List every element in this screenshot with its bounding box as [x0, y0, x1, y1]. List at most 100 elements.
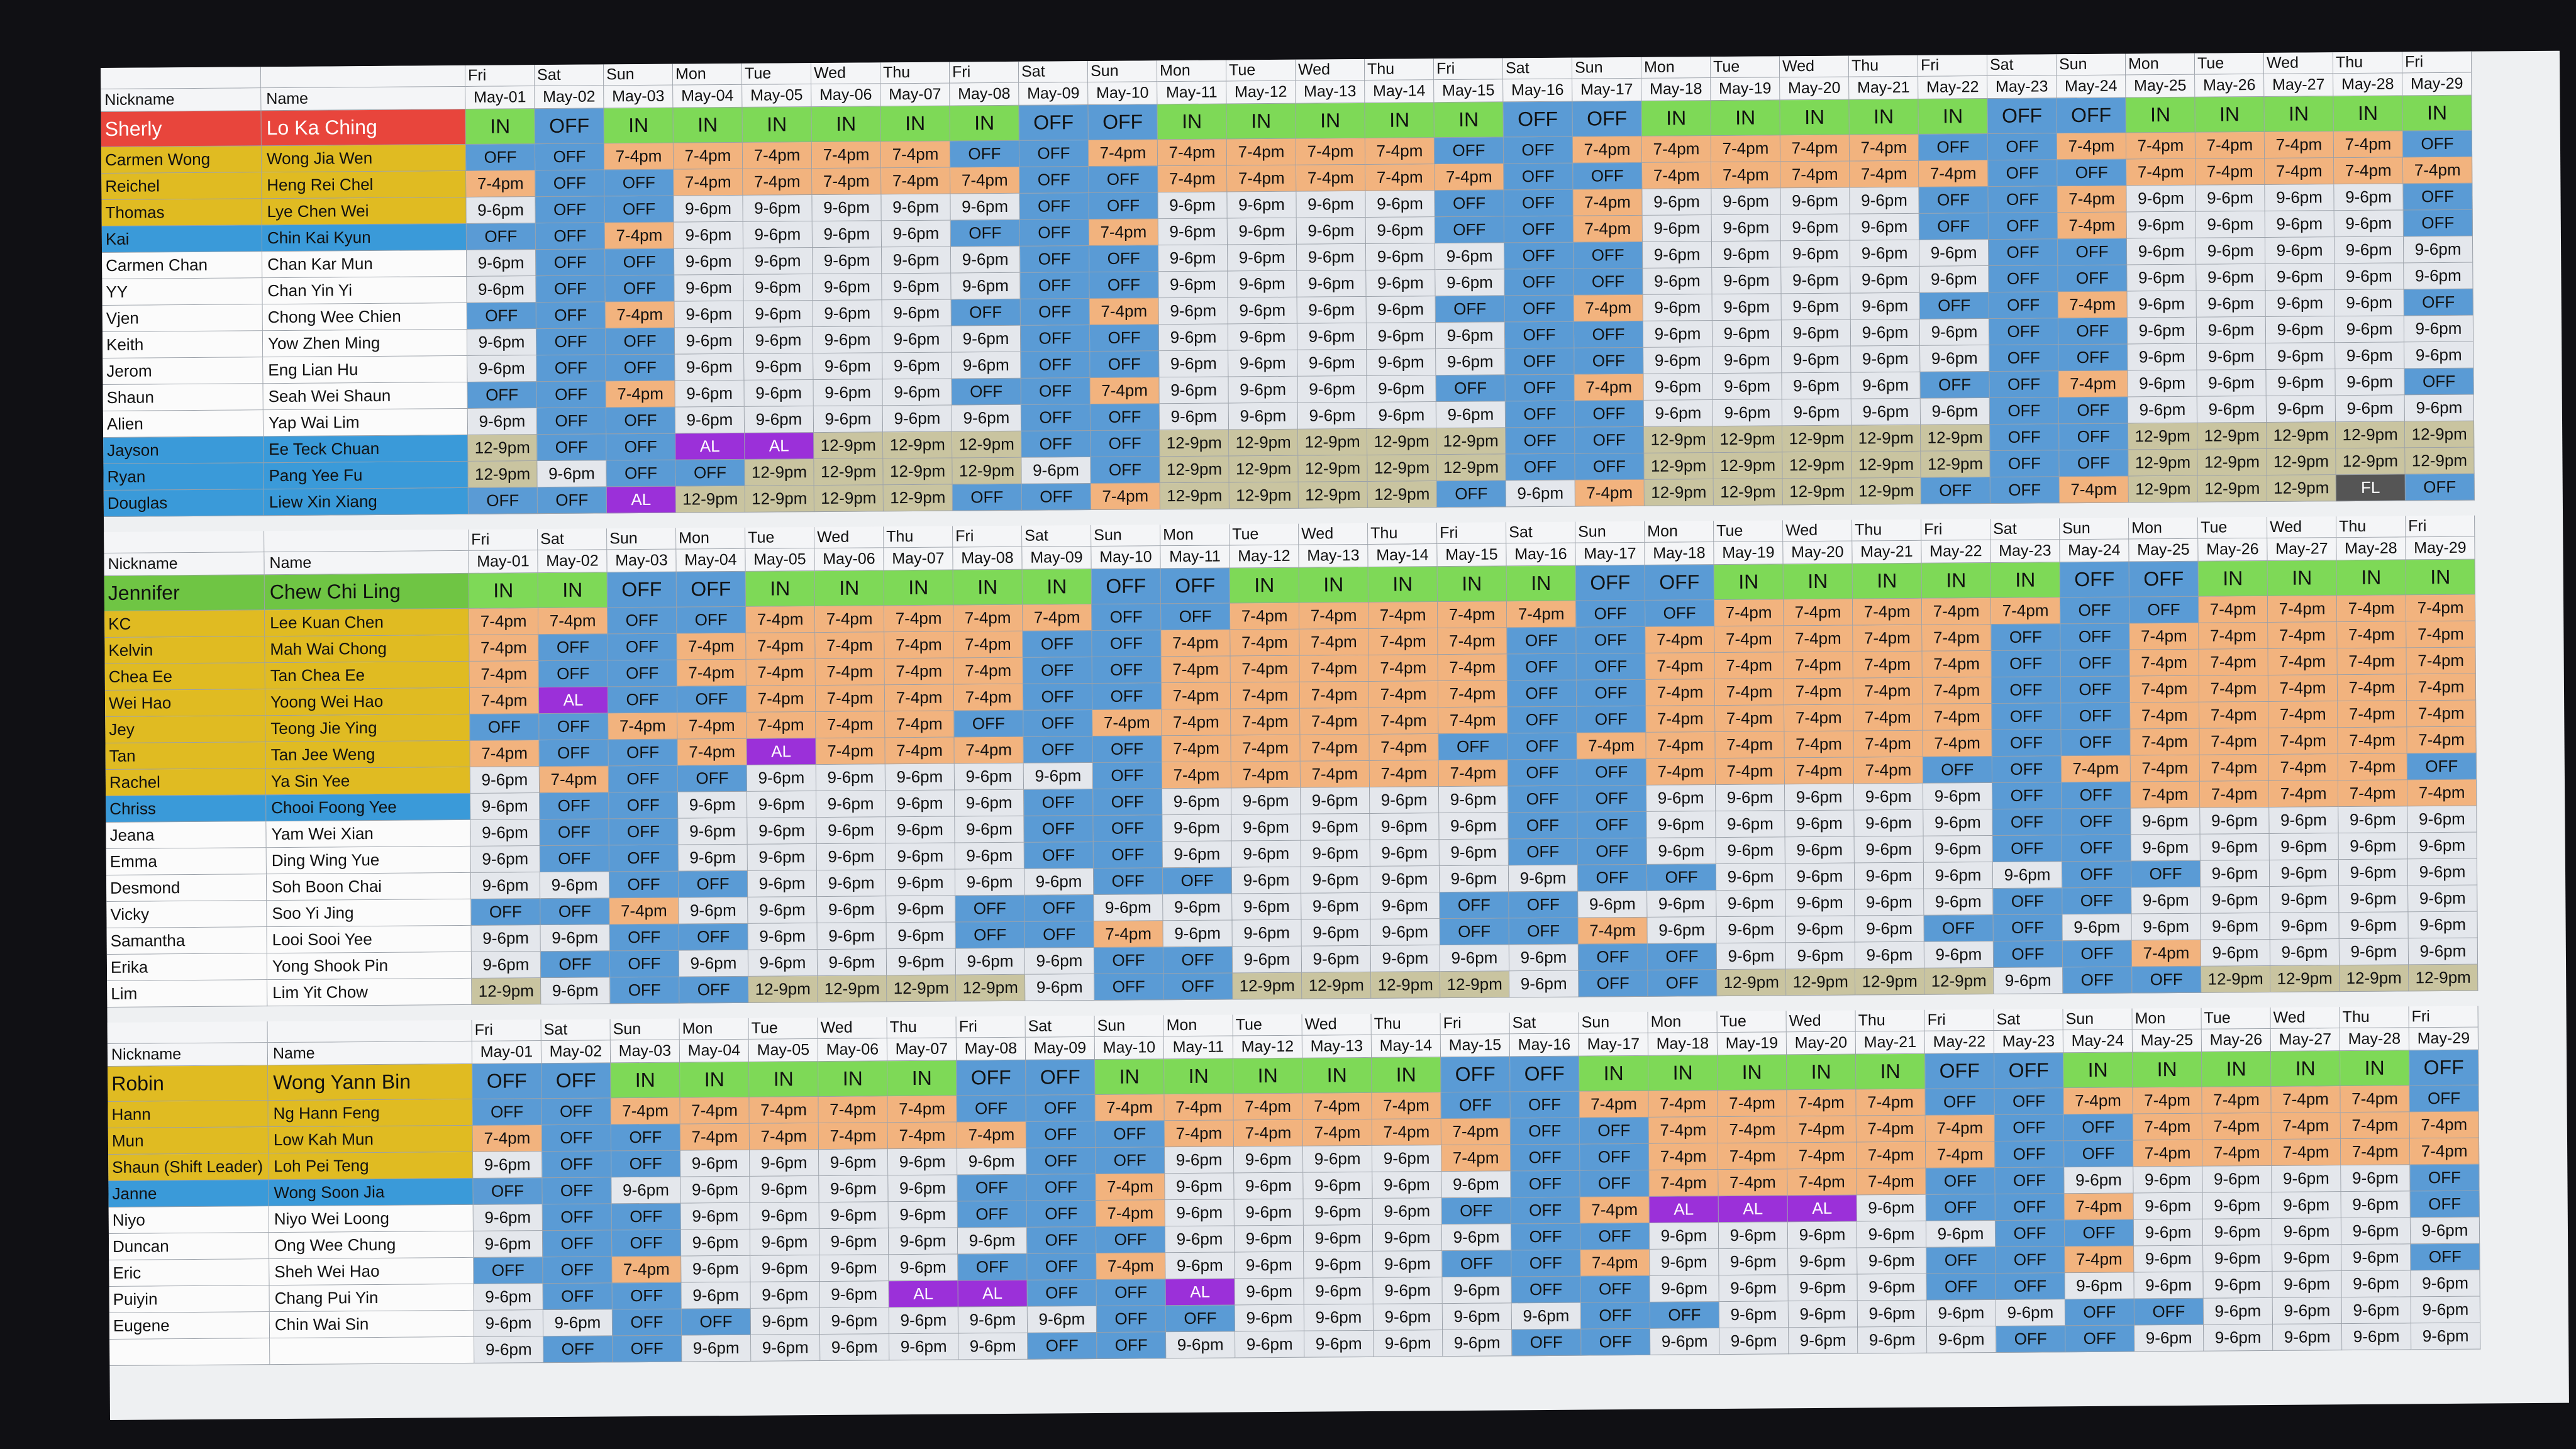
shift-cell[interactable]: 9-6pm [1511, 1302, 1582, 1330]
shift-cell[interactable]: OFF [1088, 104, 1158, 141]
shift-cell[interactable]: OFF [1994, 1114, 2064, 1142]
shift-cell[interactable]: 9-6pm [1435, 243, 1505, 270]
shift-cell[interactable]: 7-4pm [2133, 1113, 2202, 1141]
shift-cell[interactable]: 9-6pm [1443, 1330, 1513, 1357]
shift-cell[interactable]: OFF [1092, 683, 1162, 711]
shift-cell[interactable]: IN [2336, 560, 2406, 596]
shift-cell[interactable]: 7-4pm [469, 687, 540, 714]
shift-cell[interactable]: 9-6pm [2200, 860, 2270, 887]
shift-cell[interactable]: 12-9pm [2336, 448, 2406, 475]
shift-cell[interactable]: OFF [1089, 166, 1158, 194]
shift-cell[interactable]: 7-4pm [887, 1122, 958, 1150]
shift-cell[interactable]: OFF [1510, 1056, 1580, 1092]
shift-cell[interactable]: OFF [2058, 397, 2129, 425]
shift-cell[interactable]: 7-4pm [1162, 709, 1231, 736]
shift-cell[interactable]: OFF [1505, 401, 1575, 428]
shift-cell[interactable]: 9-6pm [1158, 324, 1229, 352]
shift-cell[interactable]: 7-4pm [469, 661, 539, 688]
shift-cell[interactable]: 9-6pm [2411, 1323, 2481, 1350]
shift-cell[interactable]: 9-6pm [1227, 218, 1297, 245]
shift-cell[interactable]: OFF [1092, 736, 1162, 763]
shift-cell[interactable]: 7-4pm [953, 631, 1023, 658]
shift-cell[interactable]: OFF [1580, 1170, 1650, 1197]
shift-cell[interactable]: 7-4pm [1925, 1141, 1996, 1169]
shift-cell[interactable]: OFF [950, 219, 1021, 247]
shift-cell[interactable]: 7-4pm [1853, 757, 1924, 784]
shift-cell[interactable]: 7-4pm [881, 167, 951, 195]
shift-cell[interactable]: 9-6pm [2269, 807, 2339, 834]
shift-cell[interactable]: 7-4pm [816, 738, 886, 765]
shift-cell[interactable]: OFF [1921, 477, 1990, 504]
shift-cell[interactable]: 7-4pm [1438, 760, 1509, 787]
shift-cell[interactable]: OFF [609, 792, 679, 819]
shift-cell[interactable]: 12-9pm [814, 432, 884, 460]
shift-cell[interactable]: OFF [1024, 895, 1094, 922]
shift-cell[interactable]: OFF [951, 299, 1021, 326]
shift-cell[interactable]: 9-6pm [2200, 833, 2270, 861]
shift-cell[interactable]: IN [1641, 101, 1711, 136]
shift-cell[interactable]: 7-4pm [1646, 758, 1716, 786]
shift-cell[interactable]: 9-6pm [1780, 214, 1850, 242]
shift-cell[interactable]: 7-4pm [472, 1125, 543, 1152]
shift-cell[interactable]: 9-6pm [675, 353, 745, 381]
shift-cell[interactable]: OFF [1019, 167, 1089, 194]
shift-cell[interactable]: IN [1226, 103, 1296, 140]
shift-cell[interactable]: 9-6pm [1643, 400, 1714, 427]
shift-cell[interactable]: OFF [1576, 653, 1646, 680]
shift-cell[interactable]: OFF [1994, 1141, 2065, 1169]
shift-cell[interactable]: 9-6pm [680, 1176, 750, 1204]
shift-cell[interactable]: 7-4pm [1441, 1145, 1511, 1172]
shift-cell[interactable]: OFF [1019, 219, 1090, 247]
member-name[interactable]: Soh Boon Chai [266, 872, 472, 901]
shift-cell[interactable]: 12-9pm [1160, 456, 1230, 484]
shift-cell[interactable]: 7-4pm [673, 142, 743, 170]
shift-cell[interactable]: 7-4pm [604, 143, 674, 170]
shift-cell[interactable]: 7-4pm [1096, 1200, 1165, 1227]
shift-cell[interactable]: 9-6pm [1372, 1172, 1442, 1199]
shift-cell[interactable]: IN [2406, 559, 2475, 596]
shift-cell[interactable]: 12-9pm [1852, 477, 1921, 505]
shift-cell[interactable]: OFF [1988, 160, 2058, 187]
shift-cell[interactable]: OFF [1919, 213, 1989, 240]
shift-cell[interactable]: 9-6pm [1718, 1222, 1789, 1250]
shift-cell[interactable]: 7-4pm [1787, 1089, 1857, 1117]
shift-cell[interactable]: 9-6pm [2334, 184, 2404, 211]
shift-cell[interactable]: 9-6pm [1923, 836, 1993, 863]
shift-cell[interactable]: OFF [1989, 318, 2059, 346]
shift-cell[interactable]: 9-6pm [1435, 322, 1506, 350]
shift-cell[interactable]: IN [2340, 1050, 2410, 1087]
shift-cell[interactable]: 9-6pm [2197, 396, 2267, 423]
shift-cell[interactable]: 9-6pm [1712, 267, 1782, 295]
shift-cell[interactable]: OFF [1507, 627, 1577, 655]
shift-cell[interactable]: OFF [536, 275, 606, 303]
shift-cell[interactable]: 9-6pm [813, 274, 882, 301]
shift-cell[interactable]: 7-4pm [1856, 1089, 1926, 1116]
shift-cell[interactable]: 9-6pm [2270, 913, 2340, 940]
shift-cell[interactable]: 9-6pm [1367, 402, 1437, 429]
shift-cell[interactable]: OFF [542, 1151, 612, 1179]
shift-cell[interactable]: OFF [2060, 562, 2129, 598]
shift-cell[interactable]: AL [958, 1280, 1028, 1307]
shift-cell[interactable]: 7-4pm [2409, 1138, 2480, 1165]
shift-cell[interactable]: OFF [611, 1230, 682, 1257]
shift-cell[interactable]: OFF [535, 170, 605, 197]
shift-cell[interactable]: OFF [1021, 378, 1091, 405]
shift-cell[interactable]: OFF [678, 870, 748, 898]
shift-cell[interactable]: OFF [1574, 268, 1643, 296]
shift-cell[interactable]: 12-9pm [952, 457, 1022, 485]
shift-cell[interactable]: 9-6pm [2407, 806, 2477, 833]
shift-cell[interactable]: 9-6pm [680, 1202, 750, 1230]
shift-cell[interactable]: 9-6pm [1646, 811, 1716, 838]
shift-cell[interactable]: 7-4pm [2271, 1086, 2341, 1113]
shift-cell[interactable]: 9-6pm [1782, 346, 1852, 374]
shift-cell[interactable]: 7-4pm [1922, 625, 1992, 652]
shift-cell[interactable]: OFF [612, 1309, 682, 1336]
shift-cell[interactable]: 7-4pm [1157, 139, 1228, 167]
shift-cell[interactable]: OFF [1919, 187, 1989, 214]
member-name[interactable]: Looi Sooi Yee [267, 925, 472, 954]
shift-cell[interactable]: OFF [1504, 163, 1574, 191]
shift-cell[interactable]: 9-6pm [1711, 188, 1781, 216]
shift-cell[interactable]: OFF [466, 223, 536, 250]
shift-cell[interactable]: 7-4pm [1580, 1249, 1650, 1277]
shift-cell[interactable]: IN [1648, 1055, 1718, 1091]
